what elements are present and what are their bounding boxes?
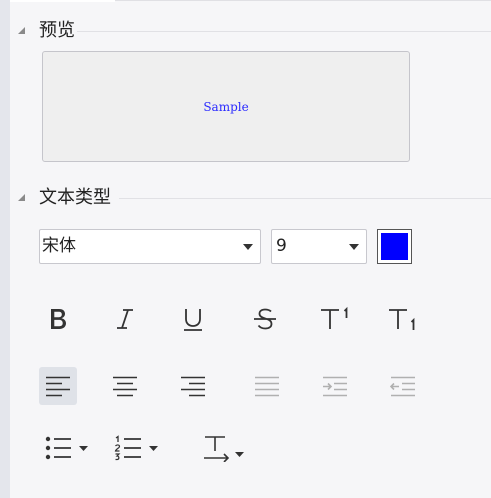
collapse-triangle-icon[interactable] <box>17 193 26 202</box>
preview-sample-text: Sample <box>203 99 249 114</box>
collapse-triangle-icon[interactable] <box>17 26 26 35</box>
numbered-list-icon <box>114 435 158 461</box>
text-direction-button[interactable] <box>202 429 250 467</box>
justify-icon <box>255 376 279 397</box>
section-divider <box>77 31 491 32</box>
align-right-button[interactable] <box>174 367 212 405</box>
bullet-list-button[interactable] <box>44 429 92 467</box>
font-family-value: 宋体 <box>42 236 76 256</box>
superscript-icon <box>321 306 348 329</box>
section-divider <box>119 198 491 199</box>
strikethrough-icon <box>254 308 276 330</box>
section-title-preview: 预览 <box>39 20 75 41</box>
indent-decrease-button[interactable] <box>384 367 422 405</box>
align-left-button[interactable] <box>39 367 77 405</box>
bold-icon <box>51 309 66 329</box>
bullet-list-icon <box>45 436 88 460</box>
indent-decrease-icon <box>390 376 415 397</box>
font-size-select[interactable]: 9 <box>271 229 367 264</box>
italic-icon <box>117 309 133 329</box>
italic-button[interactable] <box>106 300 144 338</box>
font-family-select[interactable]: 宋体 <box>39 229 261 264</box>
left-panel-edge <box>0 0 10 498</box>
align-left-icon <box>46 376 70 397</box>
subscript-button[interactable] <box>384 300 422 338</box>
section-title-text-type: 文本类型 <box>39 187 111 208</box>
align-center-icon <box>113 376 137 397</box>
section-header-text-type[interactable]: 文本类型 <box>17 187 491 209</box>
underline-button[interactable] <box>174 300 212 338</box>
bold-button[interactable] <box>39 300 77 338</box>
top-divider <box>115 0 491 1</box>
font-size-value: 9 <box>276 236 287 256</box>
font-color-swatch <box>381 233 408 260</box>
font-color-button[interactable] <box>377 229 412 264</box>
text-direction-icon <box>204 436 244 462</box>
justify-button[interactable] <box>248 367 286 405</box>
strikethrough-button[interactable] <box>246 300 284 338</box>
subscript-icon <box>389 309 415 330</box>
chevron-down-icon <box>243 244 253 250</box>
chevron-down-icon <box>349 244 359 250</box>
indent-increase-icon <box>323 376 347 397</box>
superscript-button[interactable] <box>316 300 354 338</box>
align-center-button[interactable] <box>106 367 144 405</box>
indent-increase-button[interactable] <box>316 367 354 405</box>
preview-box: Sample <box>42 51 410 162</box>
top-tab-indicator <box>10 0 115 2</box>
underline-icon <box>184 309 202 331</box>
align-right-icon <box>181 376 205 397</box>
section-header-preview[interactable]: 预览 <box>17 20 491 42</box>
numbered-list-button[interactable] <box>114 429 162 467</box>
